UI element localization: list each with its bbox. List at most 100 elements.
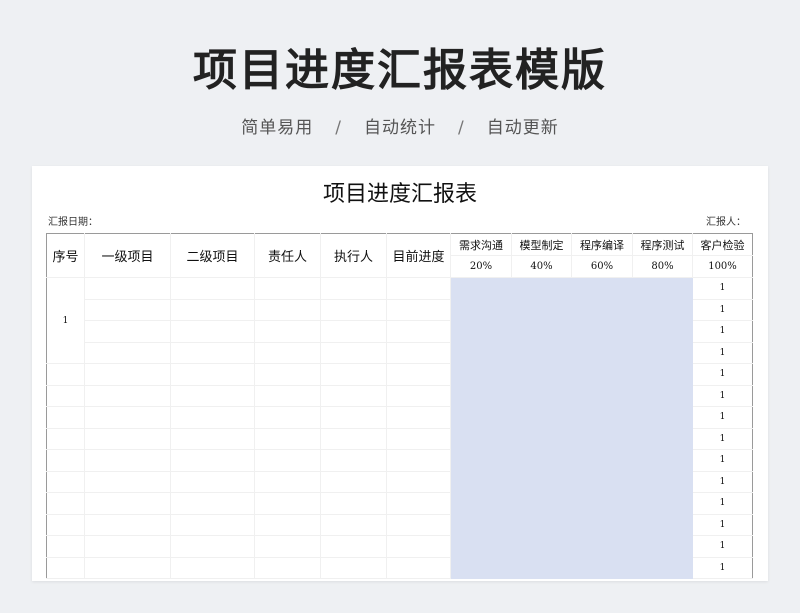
- cell-stage-progress[interactable]: [632, 471, 693, 493]
- cell-stage-progress[interactable]: [571, 406, 633, 429]
- cell-stage-progress[interactable]: [450, 277, 512, 300]
- cell-stage-progress[interactable]: [511, 449, 572, 472]
- cell-stage-progress[interactable]: [511, 277, 572, 300]
- cell-index[interactable]: [46, 363, 85, 386]
- cell-stage-progress[interactable]: [511, 557, 572, 579]
- cell-level1[interactable]: [84, 406, 171, 429]
- cell-level1[interactable]: [84, 363, 171, 386]
- cell-stage-progress[interactable]: [450, 428, 512, 450]
- cell-owner[interactable]: [254, 428, 321, 450]
- cell-executor[interactable]: [320, 449, 387, 472]
- cell-executor[interactable]: [320, 514, 387, 536]
- cell-acceptance-check[interactable]: 1: [692, 428, 753, 450]
- cell-stage-progress[interactable]: [632, 535, 693, 558]
- cell-level2[interactable]: [170, 299, 255, 321]
- cell-stage-progress[interactable]: [511, 320, 572, 343]
- cell-executor[interactable]: [320, 535, 387, 558]
- cell-stage-progress[interactable]: [511, 342, 572, 364]
- cell-owner[interactable]: [254, 449, 321, 472]
- cell-stage-progress[interactable]: [571, 320, 633, 343]
- cell-executor[interactable]: [320, 428, 387, 450]
- cell-acceptance-check[interactable]: 1: [692, 406, 753, 429]
- cell-owner[interactable]: [254, 277, 321, 300]
- cell-acceptance-check[interactable]: 1: [692, 277, 753, 300]
- cell-owner[interactable]: [254, 363, 321, 386]
- cell-stage-progress[interactable]: [632, 406, 693, 429]
- cell-acceptance-check[interactable]: 1: [692, 320, 753, 343]
- cell-stage-progress[interactable]: [632, 514, 693, 536]
- cell-index[interactable]: [46, 428, 85, 450]
- cell-progress[interactable]: [386, 342, 451, 364]
- cell-level2[interactable]: [170, 535, 255, 558]
- cell-stage-progress[interactable]: [571, 299, 633, 321]
- cell-stage-progress[interactable]: [450, 363, 512, 386]
- cell-index[interactable]: 1: [46, 277, 85, 364]
- cell-stage-progress[interactable]: [511, 471, 572, 493]
- cell-level1[interactable]: [84, 299, 171, 321]
- cell-stage-progress[interactable]: [632, 557, 693, 579]
- cell-executor[interactable]: [320, 406, 387, 429]
- cell-stage-progress[interactable]: [632, 342, 693, 364]
- cell-progress[interactable]: [386, 557, 451, 579]
- cell-executor[interactable]: [320, 342, 387, 364]
- cell-progress[interactable]: [386, 492, 451, 515]
- cell-progress[interactable]: [386, 363, 451, 386]
- cell-index[interactable]: [46, 406, 85, 429]
- cell-progress[interactable]: [386, 277, 451, 300]
- cell-acceptance-check[interactable]: 1: [692, 557, 753, 579]
- cell-stage-progress[interactable]: [450, 514, 512, 536]
- cell-executor[interactable]: [320, 557, 387, 579]
- cell-executor[interactable]: [320, 277, 387, 300]
- cell-progress[interactable]: [386, 320, 451, 343]
- cell-executor[interactable]: [320, 299, 387, 321]
- cell-level1[interactable]: [84, 320, 171, 343]
- cell-level2[interactable]: [170, 492, 255, 515]
- cell-level1[interactable]: [84, 514, 171, 536]
- cell-stage-progress[interactable]: [571, 449, 633, 472]
- cell-progress[interactable]: [386, 428, 451, 450]
- cell-stage-progress[interactable]: [632, 385, 693, 407]
- cell-index[interactable]: [46, 535, 85, 558]
- cell-stage-progress[interactable]: [511, 299, 572, 321]
- cell-level2[interactable]: [170, 449, 255, 472]
- cell-level1[interactable]: [84, 535, 171, 558]
- cell-level1[interactable]: [84, 492, 171, 515]
- cell-stage-progress[interactable]: [450, 342, 512, 364]
- cell-owner[interactable]: [254, 514, 321, 536]
- cell-stage-progress[interactable]: [511, 406, 572, 429]
- cell-owner[interactable]: [254, 385, 321, 407]
- cell-index[interactable]: [46, 471, 85, 493]
- cell-owner[interactable]: [254, 557, 321, 579]
- cell-stage-progress[interactable]: [571, 557, 633, 579]
- cell-stage-progress[interactable]: [450, 320, 512, 343]
- cell-stage-progress[interactable]: [632, 363, 693, 386]
- cell-level2[interactable]: [170, 514, 255, 536]
- cell-owner[interactable]: [254, 471, 321, 493]
- cell-stage-progress[interactable]: [450, 535, 512, 558]
- cell-acceptance-check[interactable]: 1: [692, 299, 753, 321]
- cell-index[interactable]: [46, 385, 85, 407]
- cell-index[interactable]: [46, 557, 85, 579]
- cell-progress[interactable]: [386, 471, 451, 493]
- cell-executor[interactable]: [320, 492, 387, 515]
- cell-stage-progress[interactable]: [511, 492, 572, 515]
- cell-stage-progress[interactable]: [511, 385, 572, 407]
- cell-level2[interactable]: [170, 557, 255, 579]
- cell-progress[interactable]: [386, 535, 451, 558]
- cell-stage-progress[interactable]: [632, 299, 693, 321]
- cell-stage-progress[interactable]: [632, 428, 693, 450]
- cell-acceptance-check[interactable]: 1: [692, 535, 753, 558]
- cell-level2[interactable]: [170, 277, 255, 300]
- cell-executor[interactable]: [320, 385, 387, 407]
- cell-stage-progress[interactable]: [571, 363, 633, 386]
- cell-owner[interactable]: [254, 492, 321, 515]
- cell-level2[interactable]: [170, 385, 255, 407]
- cell-stage-progress[interactable]: [632, 492, 693, 515]
- cell-acceptance-check[interactable]: 1: [692, 471, 753, 493]
- cell-stage-progress[interactable]: [450, 471, 512, 493]
- cell-stage-progress[interactable]: [571, 492, 633, 515]
- cell-stage-progress[interactable]: [571, 514, 633, 536]
- cell-acceptance-check[interactable]: 1: [692, 514, 753, 536]
- cell-level1[interactable]: [84, 449, 171, 472]
- cell-owner[interactable]: [254, 320, 321, 343]
